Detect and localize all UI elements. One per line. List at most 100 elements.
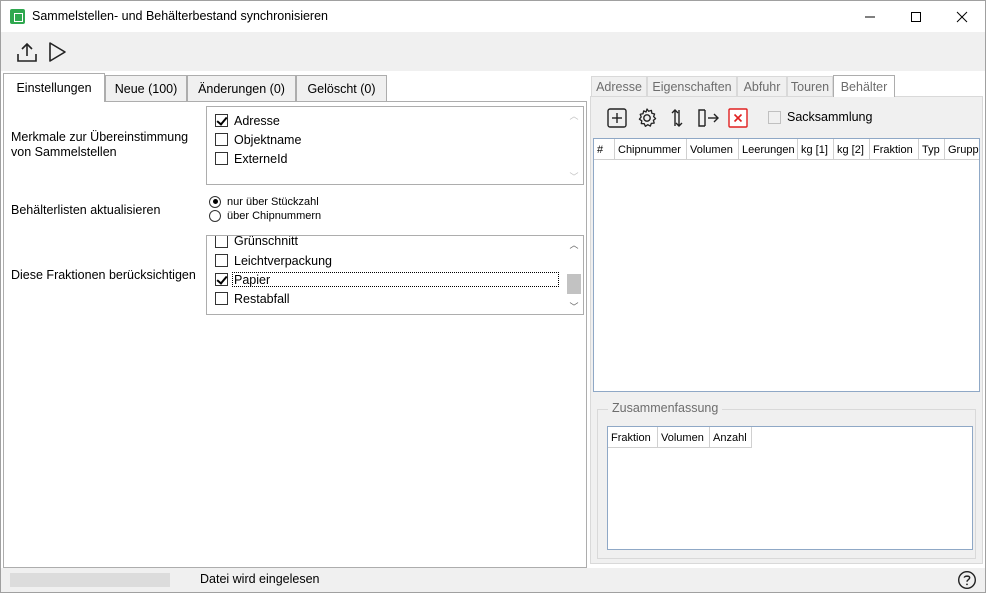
checkbox[interactable] [215,254,228,267]
settings-panel: Merkmale zur Übereinstimmung von Sammels… [3,101,587,568]
column-header[interactable]: Anzahl [710,427,752,448]
status-bar: Datei wird eingelesen [1,568,985,592]
app-icon [10,9,25,24]
maximize-button[interactable] [893,1,939,32]
title-bar: Sammelstellen- und Behälterbestand synch… [1,1,985,32]
help-icon [957,570,977,590]
summary-grid-header: Fraktion Volumen Anzahl [608,427,752,448]
tab-geloescht[interactable]: Gelöscht (0) [296,75,387,101]
checkbox[interactable] [215,236,228,248]
scroll-up-icon[interactable]: ︿ [565,107,583,123]
summary-title: Zusammenfassung [608,401,723,415]
radio-button[interactable] [209,209,221,222]
column-header[interactable]: Typ [919,139,945,160]
export-icon [698,109,719,127]
status-text: Datei wird eingelesen [200,572,320,586]
fractions-list[interactable]: Grünschnitt Leichtverpackung Papier Rest… [206,235,584,315]
column-header[interactable]: Chipnummer [615,139,687,160]
list-item[interactable]: Objektname [215,130,301,149]
sacksammlung-label: Sacksammlung [787,110,873,124]
list-item[interactable]: Restabfall [215,289,290,308]
checkbox[interactable] [215,292,228,305]
scrollbar[interactable]: ︿ ﹀ [565,107,583,184]
radio-label: nur über Stückzahl [227,195,319,208]
summary-grid[interactable]: Fraktion Volumen Anzahl [607,426,973,550]
radio-button[interactable] [209,195,221,208]
list-item[interactable]: Adresse [215,111,280,130]
list-item-label: Grünschnitt [234,235,298,248]
list-item-label: Restabfall [234,291,290,306]
tab-adresse[interactable]: Adresse [591,76,647,96]
list-item[interactable]: Grünschnitt [215,235,298,248]
export-button[interactable] [696,107,720,129]
app-window: Sammelstellen- und Behälterbestand synch… [0,0,986,593]
sacksammlung-checkbox-row[interactable]: Sacksammlung [768,110,872,124]
minimize-button[interactable] [847,1,893,32]
scroll-down-icon[interactable]: ﹀ [565,298,583,314]
scroll-down-icon[interactable]: ﹀ [565,168,583,184]
column-header[interactable]: kg [1] [798,139,834,160]
list-item-label: Papier [234,272,271,287]
match-criteria-list[interactable]: Adresse Objektname ExterneId ︿ ﹀ [206,106,584,185]
column-header[interactable]: Volumen [658,427,710,448]
progress-bar [10,573,170,587]
list-item[interactable]: Leichtverpackung [215,251,332,270]
behaelter-panel: Sacksammlung # Chipnummer Volumen Leerun… [590,96,983,564]
column-header[interactable]: kg [2] [834,139,870,160]
tab-neue[interactable]: Neue (100) [105,75,187,101]
checkbox[interactable] [215,114,228,127]
close-icon [956,11,968,22]
sort-icon [671,109,683,127]
add-button[interactable] [606,107,628,129]
toolbar [1,32,985,71]
list-item[interactable]: Papier [215,270,270,289]
checkbox[interactable] [215,133,228,146]
upload-button[interactable] [15,40,39,64]
upload-icon [17,42,37,62]
scrollbar[interactable]: ︿ ﹀ [565,236,583,314]
tab-behaelter[interactable]: Behälter [833,75,895,97]
delete-icon [728,108,748,128]
play-icon [49,42,66,62]
radio-label: über Chipnummern [227,209,322,222]
list-item-label: Objektname [234,132,302,147]
minimize-icon [865,16,875,17]
focus-indicator [232,272,559,287]
maximize-icon [911,11,921,22]
sort-button[interactable] [666,107,688,129]
column-header[interactable]: Gruppe [945,139,979,160]
update-mode-label: Behälterlisten aktualisieren [11,203,161,217]
gear-icon [638,108,657,127]
add-icon [607,108,627,128]
list-item[interactable]: ExterneId [215,149,288,168]
checkbox[interactable] [215,152,228,165]
behaelter-grid[interactable]: # Chipnummer Volumen Leerungen kg [1] kg… [593,138,980,392]
sacksammlung-checkbox[interactable] [768,110,781,124]
delete-button[interactable] [727,107,749,129]
tab-aenderungen[interactable]: Änderungen (0) [187,75,296,101]
tab-einstellungen[interactable]: Einstellungen [3,73,105,102]
settings-button[interactable] [636,107,658,129]
tab-abfuhr[interactable]: Abfuhr [737,76,787,96]
column-header[interactable]: Fraktion [608,427,658,448]
list-item-label: Adresse [234,113,280,128]
fractions-label: Diese Fraktionen berücksichtigen [11,268,196,282]
summary-group: Zusammenfassung Fraktion Volumen Anzahl [597,401,976,559]
radio-option-stueckzahl[interactable]: nur über Stückzahl [209,194,319,209]
list-item-label: Leichtverpackung [234,253,332,268]
close-button[interactable] [939,1,985,32]
column-header[interactable]: Volumen [687,139,739,160]
scroll-thumb[interactable] [567,274,581,294]
tab-eigenschaften[interactable]: Eigenschaften [647,76,737,96]
checkbox[interactable] [215,273,228,286]
tab-touren[interactable]: Touren [787,76,833,96]
radio-option-chipnummern[interactable]: über Chipnummern [209,208,321,223]
help-button[interactable] [957,570,977,590]
column-header[interactable]: Fraktion [870,139,919,160]
behaelter-grid-header: # Chipnummer Volumen Leerungen kg [1] kg… [594,139,979,160]
column-header[interactable]: # [594,139,615,160]
column-header[interactable]: Leerungen [739,139,798,160]
list-item-label: ExterneId [234,151,288,166]
run-button[interactable] [45,40,69,64]
scroll-up-icon[interactable]: ︿ [565,236,583,252]
